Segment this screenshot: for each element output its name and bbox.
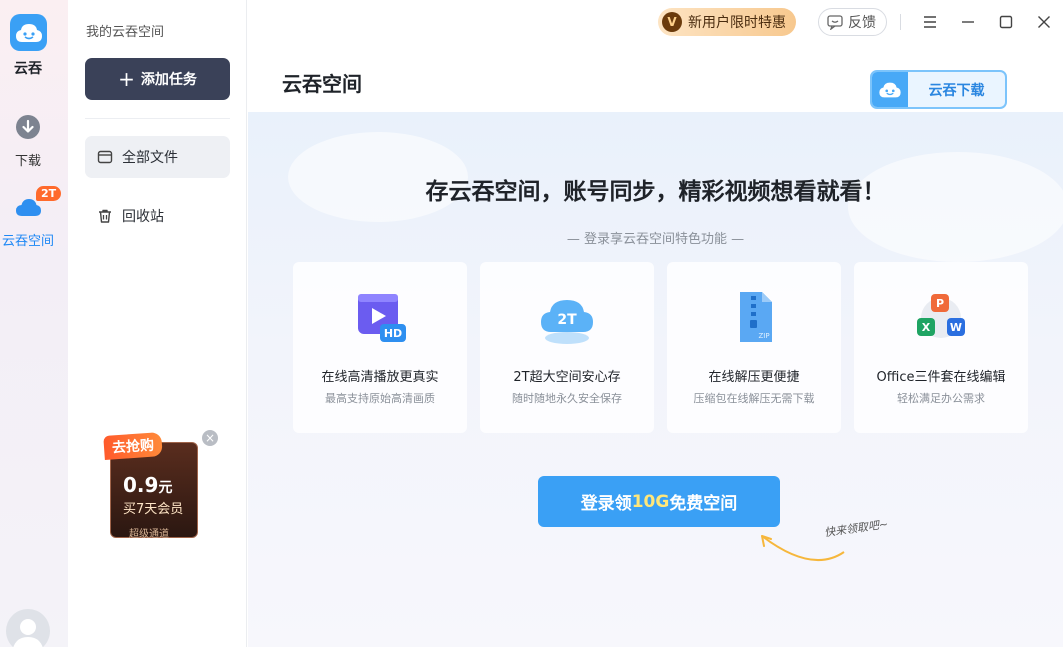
feature-desc: 最高支持原始高清画质 — [325, 392, 435, 405]
feature-title: 在线高清播放更真实 — [321, 370, 439, 385]
close-button[interactable] — [1032, 10, 1056, 34]
feature-card-storage: 2T 2T超大空间安心存 随时随地永久安全保存 — [480, 262, 654, 433]
menu-icon — [924, 16, 936, 28]
add-task-button[interactable]: + 添加任务 — [85, 58, 230, 100]
feature-desc: 压缩包在线解压无需下载 — [693, 392, 815, 405]
promo-foot: 超级通道 — [129, 529, 169, 540]
cloud-storage-icon: 2T — [541, 300, 593, 344]
plus-icon: + — [118, 67, 135, 91]
vip-icon: V — [662, 12, 682, 32]
hero-section: 存云吞空间，账号同步，精彩视频想看就看！ — 登录享云吞空间特色功能 — HD … — [248, 112, 1063, 647]
feedback-button[interactable]: 反馈 — [818, 8, 887, 36]
feature-card-office: P X W Office三件套在线编辑 轻松满足办公需求 — [854, 262, 1028, 433]
feature-title: 2T超大空间安心存 — [513, 370, 621, 385]
feature-card-hd-playback: HD 在线高清播放更真实 最高支持原始高清画质 — [293, 262, 467, 433]
add-task-label: 添加任务 — [140, 72, 197, 88]
folder-icon — [97, 150, 113, 164]
svg-text:X: X — [922, 321, 931, 334]
rail-item-download[interactable]: 下载 — [0, 114, 56, 169]
app-name: 云吞 — [14, 61, 42, 77]
feedback-icon — [827, 14, 843, 30]
vip-offer-label: 新用户限时特惠 — [688, 15, 786, 31]
trash-icon — [99, 209, 111, 223]
yuntun-download-button[interactable]: 云吞下载 — [870, 70, 1007, 109]
app-logo-icon[interactable] — [10, 14, 47, 51]
download-icon — [16, 115, 40, 139]
divider — [900, 14, 901, 30]
user-icon — [13, 619, 43, 647]
app-logo-icon — [872, 72, 908, 107]
rail-item-cloud-space[interactable]: 云吞空间 — [0, 194, 56, 249]
promo-banner[interactable]: 0.9元 买7天会员 超级通道 去抢购 × — [103, 430, 218, 542]
promo-tag: 去抢购 — [103, 432, 163, 460]
office-icon: P X W — [917, 294, 965, 338]
divider — [85, 118, 230, 119]
page-title: 云吞空间 — [282, 72, 362, 96]
rail-item-label: 云吞空间 — [1, 234, 54, 249]
close-icon — [1038, 16, 1050, 28]
rail-item-label: 下载 — [14, 154, 41, 169]
feature-title: Office三件套在线编辑 — [876, 370, 1006, 385]
sidebar-title: 我的云吞空间 — [86, 25, 165, 40]
sidebar-item-all-files[interactable]: 全部文件 — [85, 136, 230, 178]
sidebar-item-trash[interactable]: 回收站 — [85, 195, 230, 237]
login-claim-space-button[interactable]: 登录领 10G 免费空间 — [538, 476, 780, 527]
file-sidebar: 我的云吞空间 + 添加任务 全部文件 回收站 — [68, 0, 247, 647]
sidebar-item-label: 全部文件 — [122, 150, 178, 166]
vip-offer-button[interactable]: V 新用户限时特惠 — [658, 8, 796, 36]
download-button-label: 云吞下载 — [928, 82, 985, 99]
maximize-icon — [999, 15, 1013, 29]
main-panel: V 新用户限时特惠 反馈 云吞空间 云吞下载 存云吞空间，账号同步，精彩视频想看… — [248, 0, 1063, 647]
promo-price: 0.9元 — [123, 473, 173, 497]
svg-text:P: P — [936, 297, 944, 310]
svg-text:ZIP: ZIP — [758, 332, 769, 340]
svg-text:2T: 2T — [557, 312, 577, 328]
avatar[interactable] — [6, 609, 50, 647]
hero-title: 存云吞空间，账号同步，精彩视频想看就看！ — [425, 179, 886, 205]
storage-badge: 2T — [36, 186, 62, 201]
menu-button[interactable] — [918, 10, 942, 34]
svg-text:W: W — [950, 321, 962, 334]
feedback-label: 反馈 — [848, 15, 876, 31]
zip-file-icon: ZIP — [740, 292, 772, 342]
feature-card-unzip: ZIP 在线解压更便捷 压缩包在线解压无需下载 — [667, 262, 841, 433]
svg-text:HD: HD — [384, 327, 402, 340]
close-icon[interactable]: × — [202, 430, 218, 446]
feature-title: 在线解压更便捷 — [708, 370, 800, 385]
feature-desc: 轻松满足办公需求 — [897, 392, 985, 405]
promo-desc: 买7天会员 — [123, 502, 184, 517]
hd-video-icon: HD — [358, 294, 406, 342]
hero-subtitle: — 登录享云吞空间特色功能 — — [566, 232, 745, 247]
sidebar-item-label: 回收站 — [122, 209, 164, 225]
minimize-button[interactable] — [956, 10, 980, 34]
feature-desc: 随时随地永久安全保存 — [512, 392, 622, 405]
minimize-icon — [962, 21, 974, 23]
left-rail: 云吞 下载 云吞空间 2T — [0, 0, 68, 647]
claim-hint: 快来领取吧~ — [823, 517, 889, 540]
maximize-button[interactable] — [994, 10, 1018, 34]
